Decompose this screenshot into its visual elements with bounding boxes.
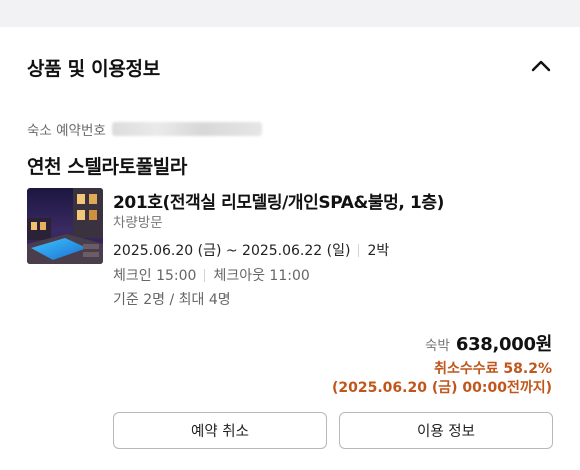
price-label: 숙박 bbox=[425, 338, 450, 354]
cancel-reservation-button[interactable]: 예약 취소 bbox=[113, 412, 327, 449]
divider bbox=[358, 243, 360, 257]
card-edge bbox=[0, 12, 565, 27]
chevron-up-icon[interactable] bbox=[528, 55, 554, 77]
stay-dates: 2025.06.20 (금) ~ 2025.06.22 (일) 2박 bbox=[113, 240, 389, 260]
cancel-fee: 취소수수료 58.2% bbox=[434, 361, 552, 377]
booking-number-masked bbox=[111, 122, 262, 136]
hotel-name: 연천 스텔라토풀빌라 bbox=[27, 156, 187, 178]
divider bbox=[204, 268, 206, 282]
room-capacity: 기준 2명 / 최대 4명 bbox=[113, 292, 231, 308]
nights-count: 2박 bbox=[367, 243, 390, 259]
section-title: 상품 및 이용정보 bbox=[27, 58, 160, 80]
check-times: 체크인 15:00 체크아웃 11:00 bbox=[113, 265, 310, 285]
section-header[interactable]: 상품 및 이용정보 bbox=[0, 27, 580, 105]
date-range: 2025.06.20 (금) ~ 2025.06.22 (일) bbox=[113, 243, 351, 259]
booking-number: 숙소 예약번호 bbox=[27, 119, 262, 139]
room-thumbnail[interactable] bbox=[27, 188, 103, 264]
checkout-time: 체크아웃 11:00 bbox=[213, 268, 310, 284]
visit-type: 차량방문 bbox=[113, 215, 163, 231]
cancel-fee-deadline: (2025.06.20 (금) 00:00전까지) bbox=[332, 380, 552, 396]
top-background-band bbox=[0, 0, 580, 27]
price-amount: 638,000원 bbox=[455, 334, 552, 355]
checkin-time: 체크인 15:00 bbox=[113, 268, 197, 284]
room-name: 201호(전객실 리모델링/개인SPA&불멍, 1층) bbox=[113, 193, 445, 213]
usage-info-button[interactable]: 이용 정보 bbox=[339, 412, 553, 449]
booking-number-label: 숙소 예약번호 bbox=[27, 123, 106, 139]
price-row: 숙박 638,000원 bbox=[425, 330, 552, 356]
